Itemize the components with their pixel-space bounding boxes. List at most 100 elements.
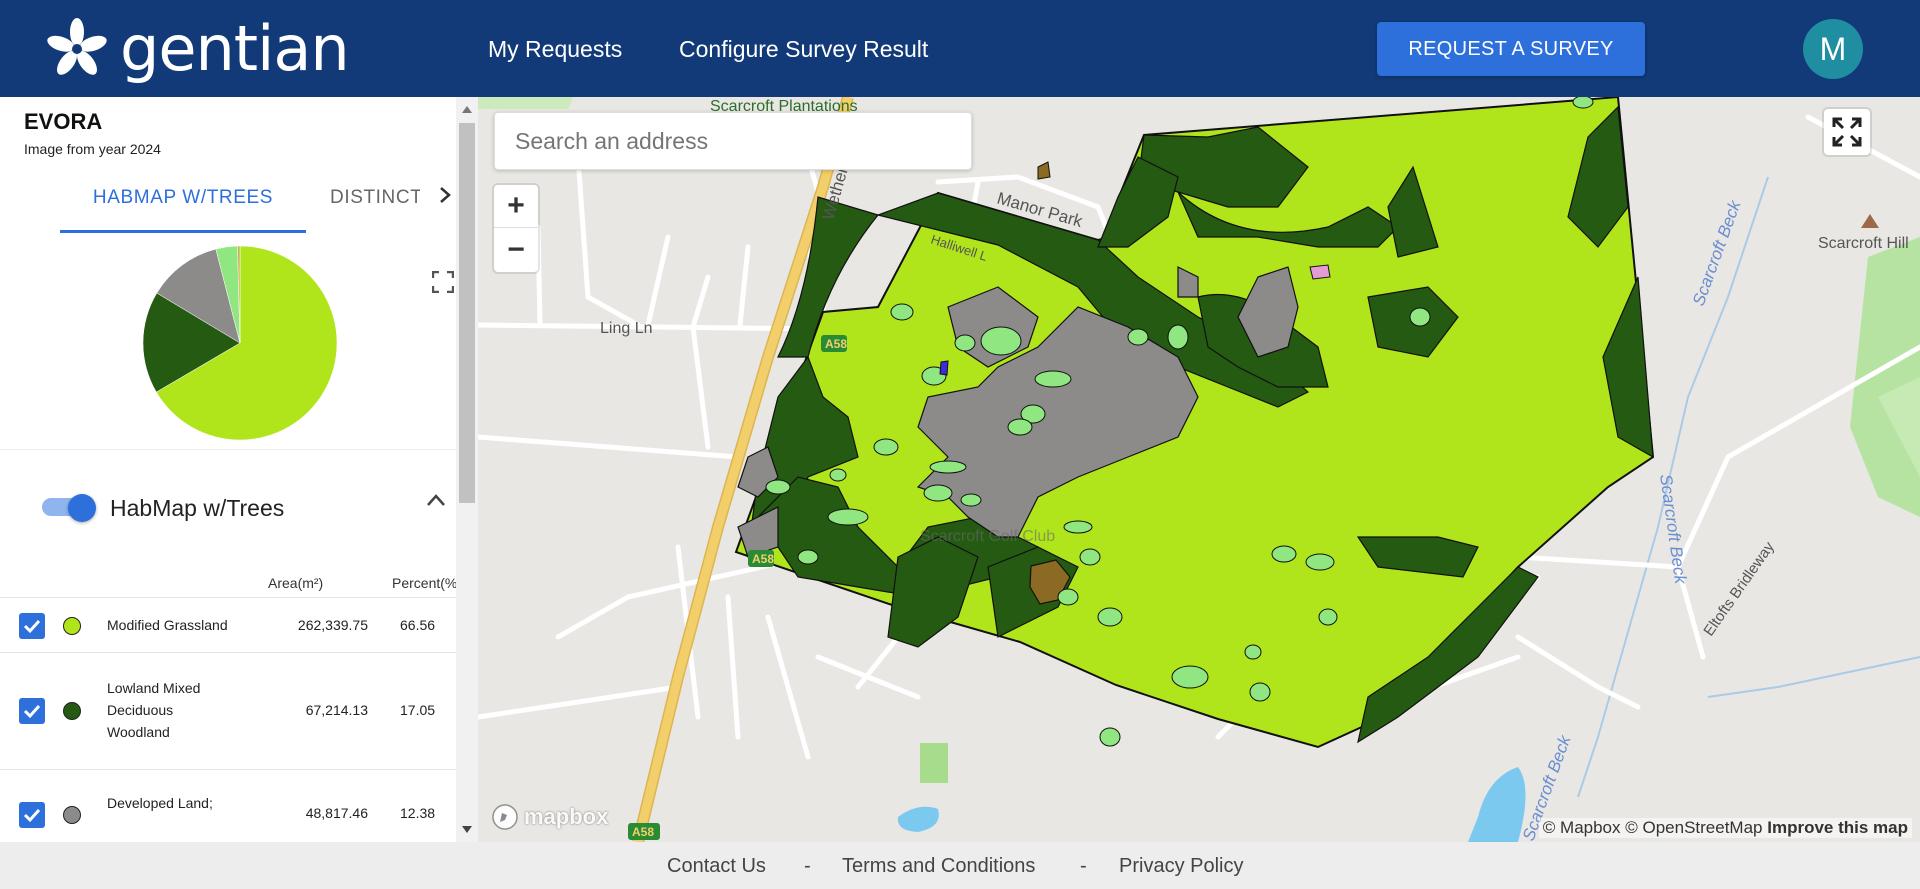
grassland-patch — [797, 549, 819, 565]
tab-habmap-trees[interactable]: HABMAP W/TREES — [60, 187, 306, 233]
nav-configure-survey-result[interactable]: Configure Survey Result — [679, 36, 928, 63]
grassland-patch — [829, 468, 847, 482]
grassland-patch — [1034, 370, 1072, 388]
grassland-patch — [1271, 545, 1297, 563]
percent-column-header: Percent(%) — [392, 575, 456, 591]
a58-shield: A58 — [628, 823, 660, 840]
footer-separator: - — [804, 855, 811, 877]
grassland-patch — [1127, 328, 1149, 346]
fullscreen-button[interactable] — [1824, 109, 1870, 155]
row-checkbox[interactable] — [19, 698, 45, 724]
scrollbar-thumb[interactable] — [459, 123, 475, 503]
brand-name: gentian — [120, 12, 350, 85]
row-checkbox[interactable] — [19, 802, 45, 828]
survey-sidebar: EVORA Image from year 2024 HABMAP W/TREE… — [0, 97, 456, 842]
habitat-percent: 17.05 — [400, 702, 436, 718]
collapse-layer-icon[interactable] — [426, 493, 446, 512]
footer-separator: - — [1080, 855, 1087, 877]
map-canvas[interactable]: Scarcroft Plantations Manor Park Halliwe… — [478, 97, 1920, 842]
tab-distinctiveness[interactable]: DISTINCT — [330, 187, 420, 209]
legend-color-dot — [63, 702, 81, 720]
toggle-knob — [68, 494, 96, 522]
scroll-up-icon[interactable] — [462, 106, 472, 113]
habitat-area: 67,214.13 — [305, 702, 368, 718]
grassland-patch — [1099, 727, 1121, 747]
habitat-name: Modified Grassland — [107, 617, 228, 633]
footer-contact-link[interactable]: Contact Us — [667, 855, 766, 878]
legend-color-dot — [63, 617, 81, 635]
grassland-patch — [1063, 520, 1093, 534]
grassland-patch — [960, 493, 982, 507]
grassland-patch — [765, 479, 791, 495]
grassland-patch — [827, 508, 869, 526]
pink-patch — [1309, 264, 1331, 280]
grassland-patch — [1171, 665, 1209, 689]
mapbox-icon — [492, 804, 518, 830]
habitat-name-line: Deciduous — [107, 702, 174, 718]
grassland-patch — [890, 303, 914, 321]
address-search-input[interactable] — [494, 112, 972, 170]
habitat-name: Developed Land; — [107, 795, 213, 811]
grassland-patch — [1007, 418, 1033, 436]
sidebar-scrollbar[interactable] — [456, 97, 478, 842]
habitat-percent: 66.56 — [400, 617, 436, 633]
road — [535, 224, 543, 328]
zoom-control: + − — [494, 185, 538, 272]
grassland-patch — [1305, 553, 1335, 571]
area-column-header: Area(m²) — [268, 575, 324, 591]
layer-toggle[interactable] — [42, 494, 96, 522]
layer-name: HabMap w/Trees — [110, 495, 285, 521]
park-area — [920, 743, 948, 783]
footer: Contact Us - Terms and Conditions - Priv… — [0, 842, 1920, 889]
svg-text:A58: A58 — [752, 552, 774, 566]
zoom-in-button[interactable]: + — [494, 185, 538, 228]
footer-privacy-link[interactable]: Privacy Policy — [1119, 855, 1243, 878]
habitat-percent: 12.38 — [400, 805, 436, 821]
section-divider — [0, 449, 456, 450]
svg-text:A58: A58 — [632, 825, 654, 839]
scroll-down-icon[interactable] — [462, 826, 472, 833]
grassland-patch — [929, 460, 967, 474]
grassland-patch — [1244, 644, 1262, 660]
park-area — [478, 97, 573, 109]
map-view[interactable]: Scarcroft Plantations Manor Park Halliwe… — [478, 97, 1920, 842]
purple-patch — [939, 360, 949, 376]
a58-shield: A58 — [748, 550, 774, 567]
grassland-patch — [923, 484, 953, 502]
grassland-patch — [1318, 608, 1338, 626]
table-row[interactable]: Lowland Mixed Deciduous Woodland 67,214.… — [0, 653, 456, 770]
mapbox-logo[interactable]: mapbox — [490, 802, 608, 832]
grassland-patch — [1097, 607, 1123, 627]
label-ling-ln: Ling Ln — [600, 320, 653, 337]
request-survey-button[interactable]: REQUEST A SURVEY — [1377, 22, 1645, 76]
zoom-out-button[interactable]: − — [494, 228, 538, 271]
project-title: EVORA — [24, 109, 103, 134]
attribution-text[interactable]: © Mapbox © OpenStreetMap — [1543, 818, 1763, 837]
habitat-name-line: Lowland Mixed — [107, 680, 201, 696]
grassland-patch — [1249, 682, 1271, 702]
gentian-logo[interactable]: gentian — [46, 10, 350, 88]
svg-text:A58: A58 — [825, 337, 847, 351]
habitat-pie-chart — [142, 245, 338, 441]
grassland-patch — [1409, 307, 1431, 327]
table-row[interactable]: Developed Land; 48,817.46 12.38 — [0, 770, 456, 842]
user-avatar[interactable]: M — [1803, 19, 1863, 79]
footer-terms-link[interactable]: Terms and Conditions — [842, 855, 1035, 878]
a58-shield: A58 — [821, 335, 847, 352]
improve-map-link[interactable]: Improve this map — [1767, 818, 1908, 837]
tabs-scroll-right-icon[interactable] — [438, 185, 452, 211]
habitat-name: Lowland Mixed Deciduous Woodland — [107, 677, 200, 743]
table-row[interactable]: Modified Grassland 262,339.75 66.56 — [0, 597, 456, 653]
label-golf-club: Scarcroft Golf Club — [920, 528, 1055, 545]
fullscreen-icon — [1832, 117, 1862, 147]
grassland-patch — [873, 438, 899, 456]
grassland-patch — [1572, 97, 1594, 109]
nav-my-requests[interactable]: My Requests — [488, 36, 622, 63]
row-checkbox[interactable] — [19, 613, 45, 639]
grassland-patch — [1167, 324, 1189, 350]
top-navigation-bar: gentian My Requests Configure Survey Res… — [0, 0, 1920, 97]
map-attribution: © Mapbox © OpenStreetMap Improve this ma… — [1538, 818, 1912, 838]
habitat-area: 48,817.46 — [305, 805, 368, 821]
mapbox-wordmark: mapbox — [524, 804, 609, 829]
expand-chart-icon[interactable] — [431, 270, 455, 298]
